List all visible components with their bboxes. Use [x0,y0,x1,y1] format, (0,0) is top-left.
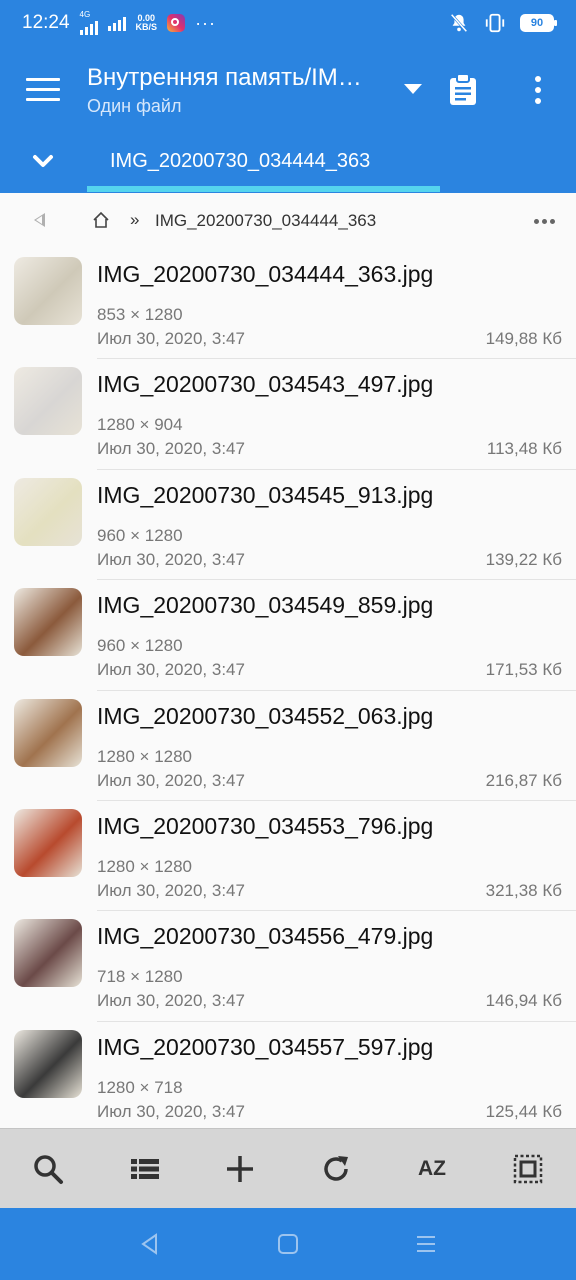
file-size: 113,48 Кб [486,439,562,459]
file-name: IMG_20200730_034545_913.jpg [97,481,434,508]
tab-row: IMG_20200730_034444_363 [0,136,576,193]
refresh-icon [324,1156,348,1181]
tab-indicator [87,186,440,192]
file-date: Июл 30, 2020, 3:47 [97,880,245,900]
hamburger-icon [26,78,60,81]
sort-button[interactable]: AZ [412,1151,452,1187]
status-indicators: 4G 0.00 KB/S ··· [79,10,217,35]
mobile-signal-icon: 4G [79,10,98,35]
file-list-item[interactable]: IMG_20200730_034556_479.jpg 718 × 1280 Июл… [0,911,576,1022]
file-thumbnail[interactable] [14,698,82,767]
file-thumbnail[interactable] [14,1029,82,1098]
file-list: IMG_20200730_034444_363.jpg 853 × 1280 Июл… [0,249,576,1133]
file-list-item[interactable]: IMG_20200730_034543_497.jpg 1280 × 904 Июл… [0,359,576,470]
clipboard-icon[interactable] [448,74,478,106]
file-size: 125,44 Кб [485,1101,562,1121]
file-size: 149,88 Кб [485,329,562,348]
sort-label: AZ [418,1157,446,1180]
breadcrumb-more-icon[interactable] [534,219,555,224]
chevron-down-icon[interactable] [32,154,54,170]
file-name: IMG_20200730_034557_597.jpg [97,1033,434,1060]
file-date: Июл 30, 2020, 3:47 [97,1101,245,1121]
file-list-item[interactable]: IMG_20200730_034552_063.jpg 1280 × 1280 Ию… [0,691,576,801]
file-list-item[interactable]: IMG_20200730_034545_913.jpg 960 × 1280 Июл… [0,470,576,581]
home-icon[interactable] [92,211,110,229]
search-icon [34,1155,63,1184]
breadcrumb: » IMG_20200730_034444_363 [0,193,576,249]
system-nav-bar [0,1208,576,1280]
breadcrumb-path[interactable]: IMG_20200730_034444_363 [155,211,376,231]
mute-bell-icon [450,13,468,33]
file-name: IMG_20200730_034552_063.jpg [97,702,434,729]
file-name: IMG_20200730_034444_363.jpg [97,261,434,287]
plus-icon [227,1156,253,1182]
vibrate-icon [485,13,505,33]
back-arrow-icon[interactable] [34,213,45,227]
file-size: 216,87 Кб [485,770,562,790]
file-thumbnail[interactable] [14,588,82,657]
file-list-item[interactable]: IMG_20200730_034444_363.jpg 853 × 1280 Июл… [0,249,576,360]
file-size: 171,53 Кб [485,660,562,680]
search-button[interactable] [30,1151,66,1187]
file-dimensions: 1280 × 718 [97,1077,183,1097]
tab-current-file[interactable]: IMG_20200730_034444_363 [110,150,370,173]
nav-back-icon[interactable] [138,1232,162,1256]
file-date: Июл 30, 2020, 3:47 [97,549,245,569]
select-all-icon [513,1154,543,1184]
select-all-button[interactable] [510,1151,546,1187]
file-size: 321,38 Кб [485,880,562,900]
file-date: Июл 30, 2020, 3:47 [97,439,245,459]
title-block[interactable]: Внутренняя память/IM… Один файл [87,64,387,117]
network-speed: 0.00 KB/S [135,13,158,32]
file-name: IMG_20200730_034549_859.jpg [97,592,434,619]
file-name: IMG_20200730_034553_796.jpg [97,812,434,839]
file-list-item[interactable]: IMG_20200730_034553_796.jpg 1280 × 1280 Ию… [0,801,576,912]
app-subtitle: Один файл [87,96,182,116]
file-dimensions: 1280 × 904 [97,415,183,435]
bottom-toolbar: AZ [0,1128,576,1208]
file-dimensions: 1280 × 1280 [97,746,193,766]
more-notifications-icon: ··· [195,12,217,33]
status-right: 90 [448,12,557,34]
file-name: IMG_20200730_034543_497.jpg [97,371,434,398]
file-size: 146,94 Кб [485,991,562,1011]
status-bar: 12:24 4G 0.00 KB/S ··· 90 [0,0,576,46]
file-thumbnail[interactable] [14,257,82,325]
file-date: Июл 30, 2020, 3:47 [97,770,245,790]
file-list-item[interactable]: IMG_20200730_034557_597.jpg 1280 × 718 Июл… [0,1022,576,1133]
instagram-icon [167,14,186,32]
breadcrumb-separator: » [130,210,140,229]
dropdown-arrow-icon[interactable] [404,84,422,94]
file-thumbnail[interactable] [14,808,82,877]
status-time: 12:24 [22,12,70,33]
file-dimensions: 960 × 1280 [97,636,183,656]
battery-icon: 90 [520,14,557,32]
view-mode-button[interactable] [127,1151,163,1187]
file-thumbnail[interactable] [14,367,82,436]
file-size: 139,22 Кб [485,549,562,569]
file-date: Июл 30, 2020, 3:47 [97,660,245,680]
file-dimensions: 853 × 1280 [97,305,183,324]
list-view-icon [131,1159,159,1179]
file-thumbnail[interactable] [14,477,82,546]
network-type: 4G [79,10,91,19]
add-button[interactable] [222,1151,258,1187]
file-dimensions: 718 × 1280 [97,967,183,987]
signal-bars-icon [107,15,126,31]
refresh-button[interactable] [318,1151,354,1187]
file-list-item[interactable]: IMG_20200730_034549_859.jpg 960 × 1280 Июл… [0,580,576,691]
menu-button[interactable] [26,78,60,102]
nav-recents-icon[interactable] [414,1232,438,1256]
nav-home-icon[interactable] [276,1232,300,1256]
more-options-icon[interactable] [534,76,542,104]
file-name: IMG_20200730_034556_479.jpg [97,923,434,950]
app-bar: Внутренняя память/IM… Один файл [0,46,576,136]
file-date: Июл 30, 2020, 3:47 [97,329,245,348]
file-thumbnail[interactable] [14,919,82,988]
file-dimensions: 1280 × 1280 [97,856,193,876]
file-date: Июл 30, 2020, 3:47 [97,991,245,1011]
file-dimensions: 960 × 1280 [97,525,183,545]
app-title: Внутренняя память/IM… [87,64,362,91]
